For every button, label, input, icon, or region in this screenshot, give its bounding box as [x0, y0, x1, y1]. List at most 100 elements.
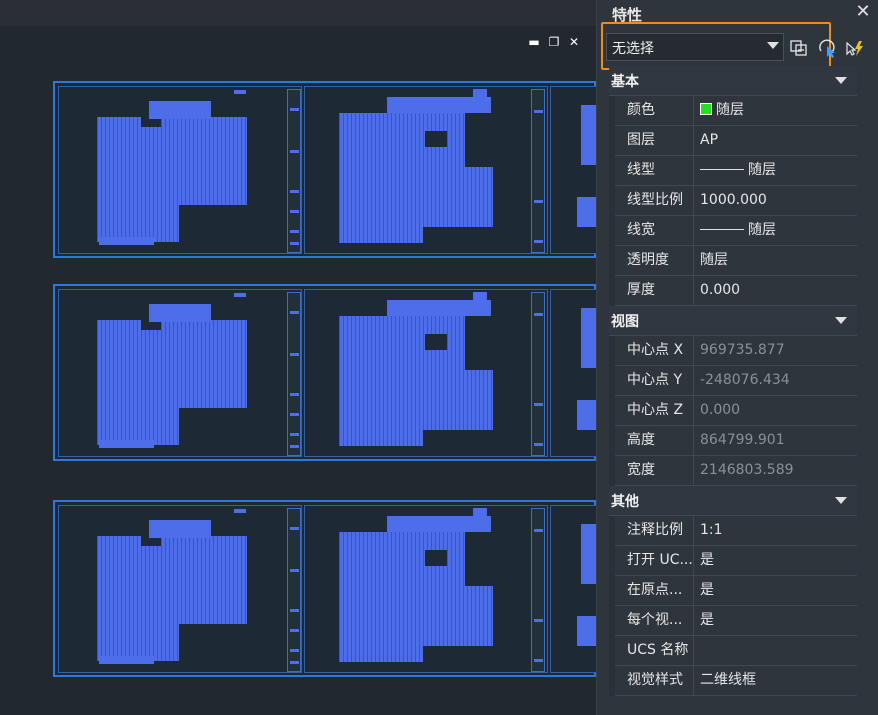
group-header[interactable]: 视图: [609, 306, 857, 336]
property-row[interactable]: 厚度 0.000: [609, 276, 857, 306]
property-row[interactable]: 透明度 随层: [609, 246, 857, 276]
canvas-top-strip: [0, 0, 596, 26]
property-row[interactable]: 每个视... 是: [609, 606, 857, 636]
group-header[interactable]: 基本: [609, 66, 857, 96]
plan-mark: [234, 509, 246, 513]
floor-plan-edge: [581, 308, 597, 368]
property-value[interactable]: 1000.000: [696, 186, 860, 215]
property-row[interactable]: 视觉样式 二维线框: [609, 666, 857, 696]
property-value[interactable]: [696, 636, 860, 665]
drawing-frame: [304, 86, 548, 254]
property-row[interactable]: 颜色 随层: [609, 96, 857, 126]
title-block: [531, 508, 545, 672]
plan-void: [179, 624, 247, 661]
property-name: 注释比例: [615, 516, 694, 545]
title-block: [531, 89, 545, 253]
close-icon[interactable]: ✕: [568, 34, 580, 50]
title-block-line: [534, 110, 543, 113]
properties-panel: 特性 ✕ 无选择 基本 颜色 随层 图层 AP 线型 随层 线型比例 1000.000 线宽 随层透…: [596, 0, 878, 715]
property-value[interactable]: 随层: [696, 156, 860, 185]
plan-void: [465, 316, 493, 370]
plan-void: [97, 99, 141, 117]
property-row[interactable]: 注释比例 1:1: [609, 516, 857, 546]
restore-icon[interactable]: ❐: [548, 34, 560, 50]
panel-close-button[interactable]: ✕: [853, 2, 873, 22]
property-value-text: 是: [700, 582, 714, 598]
title-block-line: [534, 443, 543, 446]
collapse-arrow-icon[interactable]: [835, 497, 847, 504]
property-value[interactable]: 随层: [696, 246, 860, 275]
property-row[interactable]: 图层 AP: [609, 126, 857, 156]
property-value: -248076.434: [696, 366, 860, 395]
drawing-frame: [550, 289, 598, 457]
drawing-frame: [304, 289, 548, 457]
property-value[interactable]: 是: [696, 576, 860, 605]
property-value[interactable]: 随层: [696, 96, 860, 125]
property-grid: 基本颜色 随层 图层 AP 线型 随层 线型比例 1000.000 线宽 随层 透明度 随层 厚度 0.0…: [597, 66, 878, 715]
plan-void: [423, 646, 493, 662]
title-block: [531, 292, 545, 456]
collapse-arrow-icon[interactable]: [835, 77, 847, 84]
plan-void: [465, 113, 493, 167]
property-value[interactable]: 随层: [696, 216, 860, 245]
title-block-line: [534, 313, 543, 316]
drawing-sheet-row: [53, 500, 598, 677]
title-block-line: [290, 609, 299, 612]
property-row[interactable]: 中心点 Z 0.000: [609, 396, 857, 426]
quick-select-button[interactable]: [844, 37, 866, 59]
property-value-text: 随层: [748, 162, 776, 178]
property-row[interactable]: 在原点... 是: [609, 576, 857, 606]
floor-plan-edge: [577, 400, 597, 430]
property-value-text: 0.000: [700, 282, 741, 298]
object-selector-dropdown[interactable]: 无选择: [606, 33, 784, 61]
property-value-text: 随层: [716, 102, 744, 118]
collapse-arrow-icon[interactable]: [835, 317, 847, 324]
property-name: 视觉样式: [615, 666, 694, 695]
drawing-frame: [304, 505, 548, 673]
property-value[interactable]: 0.000: [696, 276, 860, 305]
property-row[interactable]: 线型 随层: [609, 156, 857, 186]
group-title: 基本: [611, 74, 639, 90]
property-row[interactable]: 线宽 随层: [609, 216, 857, 246]
property-row[interactable]: 宽度 2146803.589: [609, 456, 857, 486]
toggle-pickadd-icon: [790, 40, 807, 56]
property-name: 厚度: [615, 276, 694, 305]
toggle-pickadd-button[interactable]: [788, 37, 810, 59]
plan-void: [423, 430, 493, 446]
property-value[interactable]: 是: [696, 606, 860, 635]
property-value[interactable]: 1:1: [696, 516, 860, 545]
property-value-text: 二维线框: [700, 672, 756, 688]
property-row[interactable]: UCS 名称: [609, 636, 857, 666]
minimize-icon[interactable]: ▬: [528, 34, 540, 50]
property-value: 2146803.589: [696, 456, 860, 485]
title-block-line: [290, 569, 299, 572]
property-name: UCS 名称: [615, 636, 694, 665]
property-value[interactable]: 二维线框: [696, 666, 860, 695]
property-value-text: 1:1: [700, 522, 723, 538]
property-name: 线型比例: [615, 186, 694, 215]
drawing-frame: [58, 86, 302, 254]
property-row[interactable]: 中心点 Y -248076.434: [609, 366, 857, 396]
group-header[interactable]: 其他: [609, 486, 857, 516]
title-block-line: [290, 393, 299, 396]
floor-plan-edge: [577, 616, 597, 646]
object-selector-value: 无选择: [612, 41, 654, 57]
property-row[interactable]: 线型比例 1000.000: [609, 186, 857, 216]
drawing-canvas[interactable]: ▬ ❐ ✕: [0, 0, 598, 715]
title-block-line: [290, 433, 299, 436]
property-value[interactable]: AP: [696, 126, 860, 155]
floor-plan-edge: [581, 105, 597, 165]
panel-scrollbar[interactable]: [861, 66, 875, 715]
plan-void: [97, 302, 141, 320]
property-name: 宽度: [615, 456, 694, 485]
property-row[interactable]: 打开 UC... 是: [609, 546, 857, 576]
select-objects-button[interactable]: [816, 37, 838, 59]
property-row[interactable]: 高度 864799.901: [609, 426, 857, 456]
property-value[interactable]: 是: [696, 546, 860, 575]
title-block: [287, 89, 301, 253]
property-value: 864799.901: [696, 426, 860, 455]
property-value-text: -248076.434: [700, 372, 790, 388]
plan-wing: [149, 304, 211, 322]
property-row[interactable]: 中心点 X 969735.877: [609, 336, 857, 366]
title-block-line: [290, 445, 299, 448]
